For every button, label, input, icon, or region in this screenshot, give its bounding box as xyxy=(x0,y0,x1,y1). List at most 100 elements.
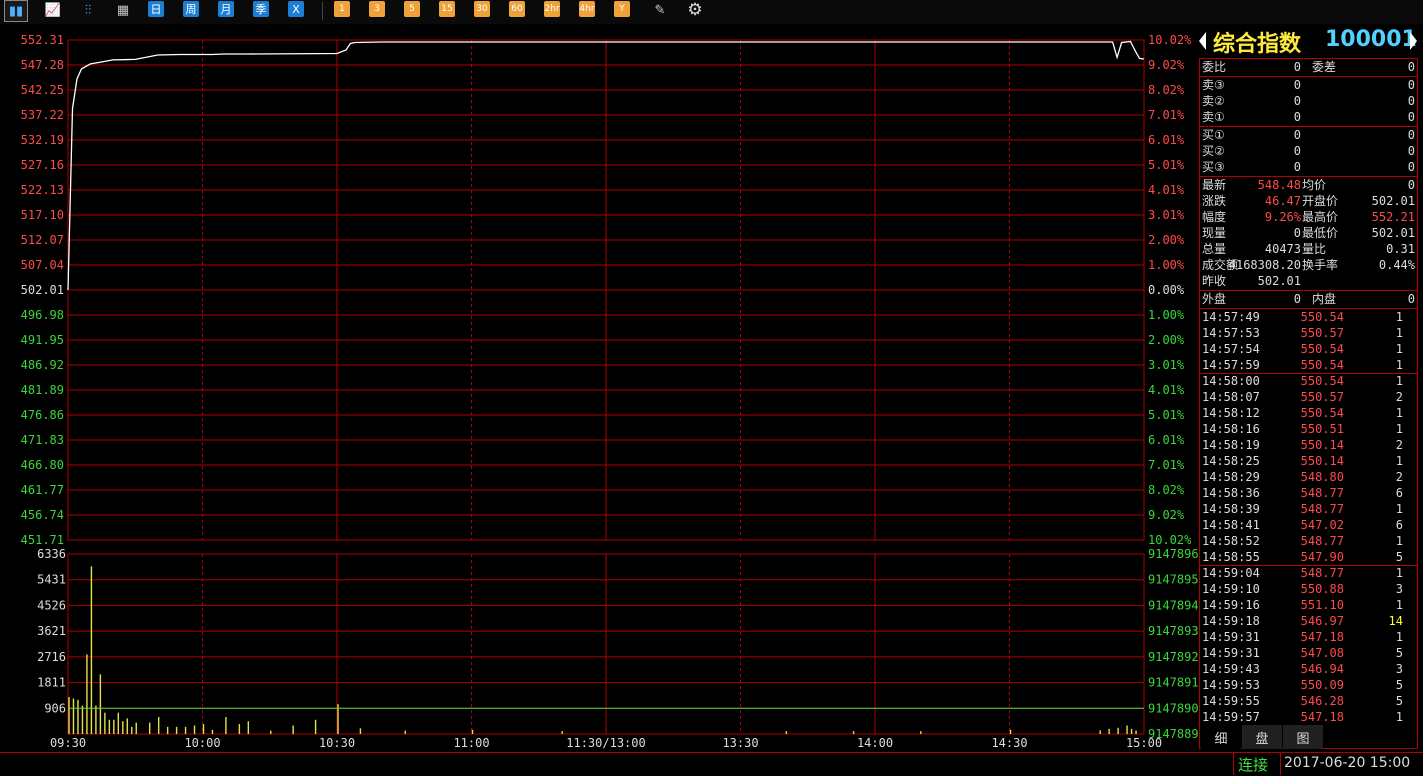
inner-value: 0 xyxy=(1407,292,1415,306)
tab-order[interactable]: 盘 xyxy=(1242,725,1282,749)
toolbar: ▮▮ 📈 ⫶⫶ ▦ 日 周 月 季 X 1 3 5 15 30 60 2hr 4hr Y ✎ ⚙ xyxy=(0,0,1423,24)
edit-icon[interactable]: ✎ xyxy=(649,0,671,20)
period-30min-button[interactable]: 30 xyxy=(474,1,490,17)
status-bar: 连接 2017-06-20 15:00 xyxy=(0,752,1423,776)
trade-row: 14:59:04 548.77 1 xyxy=(1200,565,1417,581)
trade-volume: 1 xyxy=(1395,454,1403,468)
trade-time: 14:59:10 xyxy=(1202,582,1260,596)
trade-time: 14:58:41 xyxy=(1202,518,1260,532)
next-security-icon[interactable] xyxy=(1410,32,1417,50)
tab-chart[interactable]: 图 xyxy=(1283,725,1323,749)
stat-value: 46.47 xyxy=(1264,194,1301,208)
trade-volume: 5 xyxy=(1395,678,1403,692)
period-year-button[interactable]: Y xyxy=(614,1,630,17)
price-tick-label: 496.98 xyxy=(21,308,64,322)
time-tick-label: 10:30 xyxy=(319,736,355,750)
trade-volume: 5 xyxy=(1395,646,1403,660)
period-60min-button[interactable]: 60 xyxy=(509,1,525,17)
quote-table: 委比 0 委差 0 卖③ 0 0 卖② 0 0 卖① 0 0 买① 0 0 买② 0 0 买③ 0 0 最新 548.48 均价… xyxy=(1199,58,1418,749)
candlestick-icon[interactable]: ⫶⫶ xyxy=(77,0,99,20)
period-quarter-button[interactable]: 季 xyxy=(253,1,269,17)
percent-tick-label: 8.02% xyxy=(1148,83,1185,97)
trade-volume: 1 xyxy=(1395,310,1403,324)
line-chart-icon[interactable]: 📈 xyxy=(42,0,64,20)
weicha-value: 0 xyxy=(1407,60,1415,74)
trade-volume: 2 xyxy=(1395,390,1403,404)
status-divider xyxy=(1280,753,1281,775)
ask-volume: 0 xyxy=(1407,78,1415,92)
percent-tick-label: 1.00% xyxy=(1148,258,1185,272)
period-week-button[interactable]: 周 xyxy=(183,1,199,17)
percent-tick-label: 9.02% xyxy=(1148,58,1185,72)
stat-row: 总量 40473 量比 0.31 xyxy=(1200,241,1417,257)
stat-label: 现量 xyxy=(1202,226,1227,240)
tab-detail[interactable]: 细 xyxy=(1201,725,1241,749)
stat-value: 552.21 xyxy=(1371,210,1415,224)
stat-row: 幅度 9.26% 最高价 552.21 xyxy=(1200,209,1417,225)
toolbar-separator xyxy=(322,2,323,20)
trade-time: 14:58:12 xyxy=(1202,406,1260,420)
period-2hr-button[interactable]: 2hr xyxy=(544,1,560,17)
time-tick-label: 11:30/13:00 xyxy=(566,736,645,750)
trade-price: 547.18 xyxy=(1300,630,1344,644)
period-4hr-button[interactable]: 4hr xyxy=(579,1,595,17)
price-tick-label: 532.19 xyxy=(21,133,64,147)
trade-row: 14:59:57 547.18 1 xyxy=(1200,709,1417,725)
volume-right-tick-label: 9147895 xyxy=(1148,573,1198,587)
trade-time: 14:58:25 xyxy=(1202,454,1260,468)
trade-time: 14:59:18 xyxy=(1202,614,1260,628)
trade-volume: 1 xyxy=(1395,374,1403,388)
time-tick-label: 14:30 xyxy=(991,736,1027,750)
volume-tick-label: 1811 xyxy=(37,676,66,690)
stat-row: 最新 548.48 均价 0 xyxy=(1200,177,1417,193)
intraday-chart[interactable]: 552.31 10.02% 547.28 9.02% 542.25 8.02% 537.22… xyxy=(0,24,1199,752)
period-15min-button[interactable]: 15 xyxy=(439,1,455,17)
bid-volume: 0 xyxy=(1407,128,1415,142)
trade-price: 550.51 xyxy=(1300,422,1344,436)
stat-value: 0.31 xyxy=(1386,242,1415,256)
trade-row: 14:58:41 547.02 6 xyxy=(1200,517,1417,533)
stat-label: 最新 xyxy=(1202,178,1227,192)
percent-tick-label: 0.00% xyxy=(1148,283,1185,297)
trade-volume: 1 xyxy=(1395,598,1403,612)
trade-volume: 1 xyxy=(1395,534,1403,548)
bar-chart-icon[interactable]: ▮▮ xyxy=(4,0,28,22)
price-tick-label: 512.07 xyxy=(21,233,64,247)
bid-price: 0 xyxy=(1293,128,1301,142)
period-1min-button[interactable]: 1 xyxy=(334,1,350,17)
quote-panel: 综合指数 100001 委比 0 委差 0 卖③ 0 0 卖② 0 0 卖① 0 0 买① 0 0 买② 0 0 买③… xyxy=(1199,24,1419,752)
trade-row: 14:58:00 550.54 1 xyxy=(1200,373,1417,389)
calendar-icon[interactable]: ▦ xyxy=(112,0,134,20)
trade-price: 550.54 xyxy=(1300,310,1344,324)
trade-volume: 6 xyxy=(1395,486,1403,500)
security-name: 综合指数 xyxy=(1213,32,1302,57)
period-5min-button[interactable]: 5 xyxy=(404,1,420,17)
trade-price: 547.02 xyxy=(1300,518,1344,532)
price-tick-label: 481.89 xyxy=(21,383,64,397)
trade-price: 547.08 xyxy=(1300,646,1344,660)
price-tick-label: 527.16 xyxy=(21,158,64,172)
period-month-button[interactable]: 月 xyxy=(218,1,234,17)
trade-price: 550.14 xyxy=(1300,438,1344,452)
gear-icon[interactable]: ⚙ xyxy=(684,0,706,20)
stat-value: 4168308.20 xyxy=(1228,258,1301,272)
trade-price: 548.77 xyxy=(1300,502,1344,516)
ask-row: 卖① 0 0 xyxy=(1200,109,1417,125)
period-3min-button[interactable]: 3 xyxy=(369,1,385,17)
ask-label: 卖① xyxy=(1202,110,1225,124)
connection-status: 连接 xyxy=(1238,756,1269,774)
price-tick-label: 466.80 xyxy=(21,458,64,472)
period-day-button[interactable]: 日 xyxy=(148,1,164,17)
trade-row: 14:59:16 551.10 1 xyxy=(1200,597,1417,613)
stat-label: 最高价 xyxy=(1302,210,1339,224)
trade-time: 14:59:31 xyxy=(1202,630,1260,644)
trade-row: 14:58:39 548.77 1 xyxy=(1200,501,1417,517)
trade-time: 14:59:31 xyxy=(1202,646,1260,660)
prev-security-icon[interactable] xyxy=(1199,32,1206,50)
trade-row: 14:59:43 546.94 3 xyxy=(1200,661,1417,677)
period-x-button[interactable]: X xyxy=(288,1,304,17)
bid-price: 0 xyxy=(1293,144,1301,158)
trade-volume: 1 xyxy=(1395,630,1403,644)
trade-price: 550.09 xyxy=(1300,678,1344,692)
trade-volume: 1 xyxy=(1395,326,1403,340)
